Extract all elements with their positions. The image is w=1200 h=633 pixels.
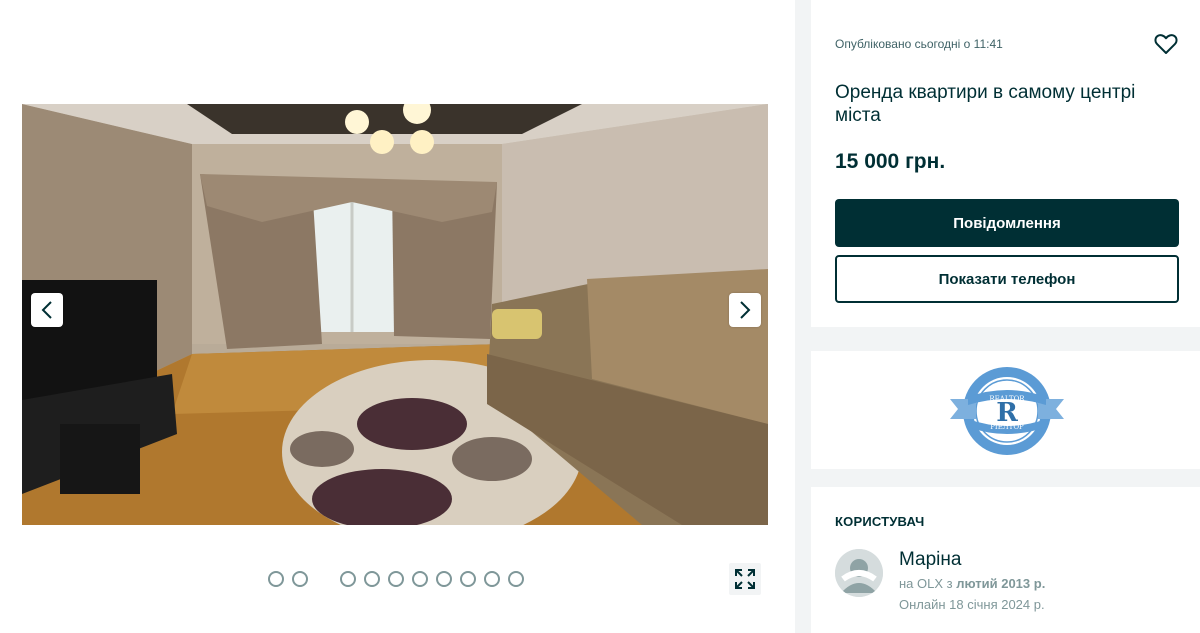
listing-title: Оренда квартири в самому центрі міста	[835, 82, 1136, 126]
member-since: на OLX з лютий 2013 р.	[899, 576, 1045, 591]
realtor-logo[interactable]: REALTOR РІЕЛТОР R	[948, 363, 1066, 459]
seller-card: КОРИСТУВАЧ Маріна на OLX з лютий 2013 р.…	[811, 487, 1200, 633]
previous-photo-button[interactable]	[31, 293, 63, 327]
listing-photo[interactable]	[22, 104, 768, 525]
realtor-logo-image: REALTOR РІЕЛТОР R	[950, 367, 1064, 455]
expand-icon	[735, 569, 755, 589]
photo-dot[interactable]	[508, 571, 524, 587]
photo-dot[interactable]	[388, 571, 404, 587]
photo-dot[interactable]	[460, 571, 476, 587]
member-since-date: лютий 2013 р.	[956, 576, 1046, 591]
heart-icon	[1154, 34, 1178, 54]
room-photo-image	[22, 104, 768, 525]
listing-summary-card: Опубліковано сьогодні о 11:41 Оренда ква…	[811, 0, 1200, 327]
photo-dot[interactable]	[268, 571, 284, 587]
chevron-left-icon	[41, 301, 52, 319]
seller-heading: КОРИСТУВАЧ	[835, 514, 925, 529]
agency-logo-card: REALTOR РІЕЛТОР R	[811, 351, 1200, 469]
show-phone-button[interactable]: Показати телефон	[835, 255, 1179, 303]
photo-dot[interactable]	[292, 571, 308, 587]
fullscreen-button[interactable]	[729, 563, 761, 595]
listing-price: 15 000 грн.	[835, 150, 946, 173]
favorite-button[interactable]	[1154, 33, 1180, 57]
message-button[interactable]: Повідомлення	[835, 199, 1179, 247]
photo-pagination	[0, 571, 795, 589]
photo-dot[interactable]	[412, 571, 428, 587]
photo-dot[interactable]	[364, 571, 380, 587]
seller-name[interactable]: Маріна	[899, 549, 961, 571]
user-avatar-icon	[835, 549, 883, 597]
avatar[interactable]	[835, 549, 883, 597]
logo-letter: R	[996, 398, 1018, 428]
next-photo-button[interactable]	[729, 293, 761, 327]
posted-date: Опубліковано сьогодні о 11:41	[835, 37, 1003, 51]
photo-dot[interactable]	[484, 571, 500, 587]
photo-dot[interactable]	[436, 571, 452, 587]
photo-gallery	[0, 0, 795, 633]
member-since-prefix: на OLX з	[899, 576, 957, 591]
last-online: Онлайн 18 січня 2024 р.	[899, 597, 1045, 612]
chevron-right-icon	[740, 301, 751, 319]
photo-dot[interactable]	[340, 571, 356, 587]
